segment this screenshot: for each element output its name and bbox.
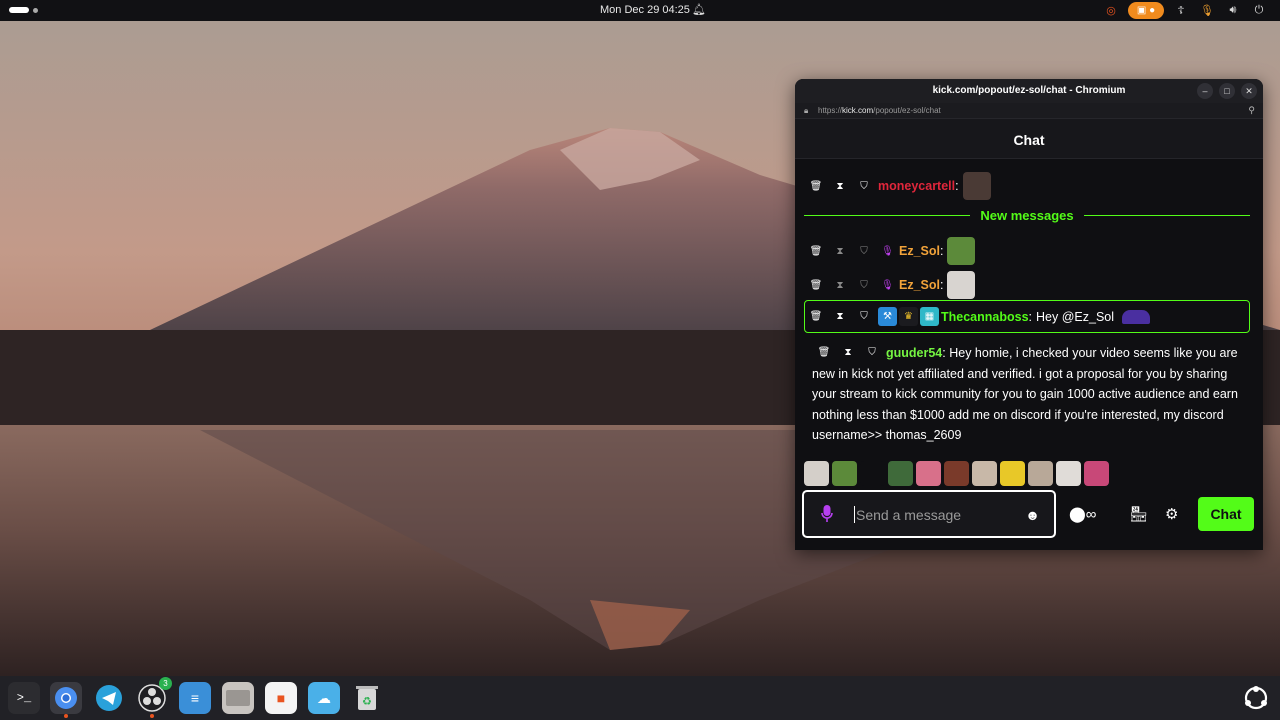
weather-icon[interactable]: ☁: [308, 682, 340, 714]
crown-badge-icon: ♛: [899, 307, 918, 326]
emote-image[interactable]: [1084, 460, 1109, 486]
chat-message: 🗑︎ ⧗ ⛉ moneycartell:: [804, 172, 1249, 200]
power-icon[interactable]: ⏻: [1250, 3, 1268, 19]
bell-icon[interactable]: 🔔︎: [692, 3, 706, 16]
lock-icon[interactable]: 🔒︎: [804, 106, 808, 116]
chat-message: 🗑︎ ⧗ ⛉ 🎙︎ Ez_Sol:: [804, 271, 1249, 299]
accessibility-icon[interactable]: ☦: [1172, 3, 1190, 19]
delete-icon[interactable]: 🗑︎: [804, 276, 828, 294]
dock: >_ 3 ≡ ■ ☁ ♻: [0, 676, 1280, 720]
trash-icon[interactable]: ♻: [351, 682, 383, 714]
recent-emotes-bar: [804, 460, 1109, 486]
separator: :: [1028, 309, 1033, 324]
text-caret: [854, 506, 855, 523]
kick-bits-icon[interactable]: ⬤∞: [1069, 504, 1096, 524]
delete-icon[interactable]: 🗑︎: [812, 345, 836, 363]
mic-icon[interactable]: [821, 505, 833, 528]
telegram-icon[interactable]: [93, 682, 125, 714]
emote-image[interactable]: [944, 460, 969, 486]
gear-icon[interactable]: ⚙: [1165, 504, 1178, 524]
timeout-icon[interactable]: ⧗: [836, 345, 860, 363]
app-center-icon[interactable]: ■: [265, 682, 297, 714]
chat-message: 🗑︎ ⧗ ⛉ ⚒ ♛ ▦ Thecannaboss: Hey @Ez_Sol: [804, 307, 1249, 326]
system-tray: ◎ ▣ ● ☦ 🎙︎ 🔊︎ ⏻: [1094, 2, 1268, 19]
username[interactable]: moneycartell: [878, 179, 955, 193]
svg-text:♻: ♻: [362, 695, 372, 708]
timeout-icon[interactable]: ⧗: [828, 177, 852, 195]
title-bar[interactable]: kick.com/popout/ez-sol/chat - Chromium –…: [795, 79, 1263, 103]
url-text[interactable]: https://kick.com/popout/ez-sol/chat: [818, 106, 941, 115]
ban-icon[interactable]: ⛉: [852, 276, 876, 294]
timeout-icon[interactable]: ⧗: [828, 242, 852, 260]
minimize-icon[interactable]: –: [1197, 83, 1213, 99]
window-title: kick.com/popout/ez-sol/chat - Chromium: [932, 85, 1126, 96]
ban-icon[interactable]: ⛉: [860, 345, 884, 363]
message-composer: ☻: [802, 490, 1056, 538]
new-messages-label: New messages: [980, 207, 1074, 223]
emote-image[interactable]: [1000, 460, 1025, 486]
broadcaster-badge-icon: 🎙︎: [881, 245, 894, 257]
username[interactable]: Thecannaboss: [941, 310, 1029, 324]
separator: :: [940, 278, 944, 292]
username[interactable]: guuder54: [886, 343, 942, 364]
separator: :: [955, 179, 959, 193]
emote-image[interactable]: [972, 460, 997, 486]
send-chat-button[interactable]: Chat: [1198, 497, 1254, 531]
emote-image[interactable]: [947, 271, 976, 299]
timeout-icon[interactable]: ⧗: [828, 308, 852, 326]
mic-icon[interactable]: 🎙︎: [1198, 3, 1216, 19]
show-apps-icon[interactable]: [1240, 682, 1272, 714]
ban-icon[interactable]: ⛉: [852, 177, 876, 195]
maximize-icon[interactable]: □: [1219, 83, 1235, 99]
magnifier-icon[interactable]: ⚲: [1248, 105, 1255, 116]
emote-image[interactable]: [947, 237, 976, 265]
username[interactable]: Ez_Sol: [899, 278, 940, 292]
mixer-icon[interactable]: ≡: [179, 682, 211, 714]
timeout-icon[interactable]: ⧗: [828, 276, 852, 294]
separator: :: [942, 346, 946, 361]
emote-image[interactable]: [832, 460, 857, 486]
activities-icon[interactable]: [9, 7, 38, 13]
emote-image[interactable]: [1056, 460, 1081, 486]
username[interactable]: Ez_Sol: [899, 244, 940, 258]
emote-image[interactable]: [804, 460, 829, 486]
moderator-badge-icon: ⚒: [878, 307, 897, 326]
delete-icon[interactable]: 🗑︎: [804, 308, 828, 326]
message-text: Hey @Ez_Sol: [1036, 309, 1115, 324]
chat-message: 🗑︎ ⧗ ⛉ guuder54: Hey homie, i checked yo…: [812, 343, 1241, 446]
broadcaster-badge-icon: 🎙︎: [881, 279, 894, 291]
chat-message: 🗑︎ ⧗ ⛉ 🎙︎ Ez_Sol:: [804, 237, 1249, 265]
new-messages-divider: New messages: [804, 206, 1251, 224]
emote-image[interactable]: [888, 460, 913, 486]
address-bar[interactable]: 🔒︎ https://kick.com/popout/ez-sol/chat ⚲: [795, 103, 1263, 119]
chromium-icon[interactable]: [50, 682, 82, 718]
ban-icon[interactable]: ⛉: [852, 242, 876, 260]
clock[interactable]: Mon Dec 29 04:25: [600, 4, 690, 16]
terminal-icon[interactable]: >_: [8, 682, 40, 714]
browser-window: kick.com/popout/ez-sol/chat - Chromium –…: [795, 79, 1263, 550]
obs-icon[interactable]: 3: [136, 677, 172, 718]
message-input[interactable]: [856, 505, 1016, 525]
files-icon[interactable]: [222, 682, 254, 714]
delete-icon[interactable]: 🗑︎: [804, 177, 828, 195]
delete-icon[interactable]: 🗑︎: [804, 242, 828, 260]
emote-image[interactable]: [1122, 309, 1151, 324]
volume-icon[interactable]: 🔊︎: [1224, 3, 1242, 19]
notification-badge: 3: [159, 677, 172, 690]
separator: :: [940, 244, 944, 258]
ubuntu-icon[interactable]: ◎: [1102, 3, 1120, 19]
store-icon[interactable]: 🏪︎: [1129, 504, 1148, 524]
top-bar: Mon Dec 29 04:25 🔔︎ ◎ ▣ ● ☦ 🎙︎ 🔊︎ ⏻: [0, 0, 1280, 21]
close-icon[interactable]: ✕: [1241, 83, 1257, 99]
emoji-icon[interactable]: ☻: [1025, 507, 1040, 523]
emote-image[interactable]: [860, 460, 885, 486]
emote-image[interactable]: [962, 172, 991, 200]
screen-record-icon[interactable]: ▣ ●: [1128, 2, 1164, 19]
chat-title: Chat: [1013, 132, 1045, 148]
ban-icon[interactable]: ⛉: [852, 308, 876, 326]
og-badge-icon: ▦: [920, 307, 939, 326]
emote-image[interactable]: [916, 460, 941, 486]
emote-image[interactable]: [1028, 460, 1053, 486]
chat-header: Chat: [795, 119, 1263, 159]
